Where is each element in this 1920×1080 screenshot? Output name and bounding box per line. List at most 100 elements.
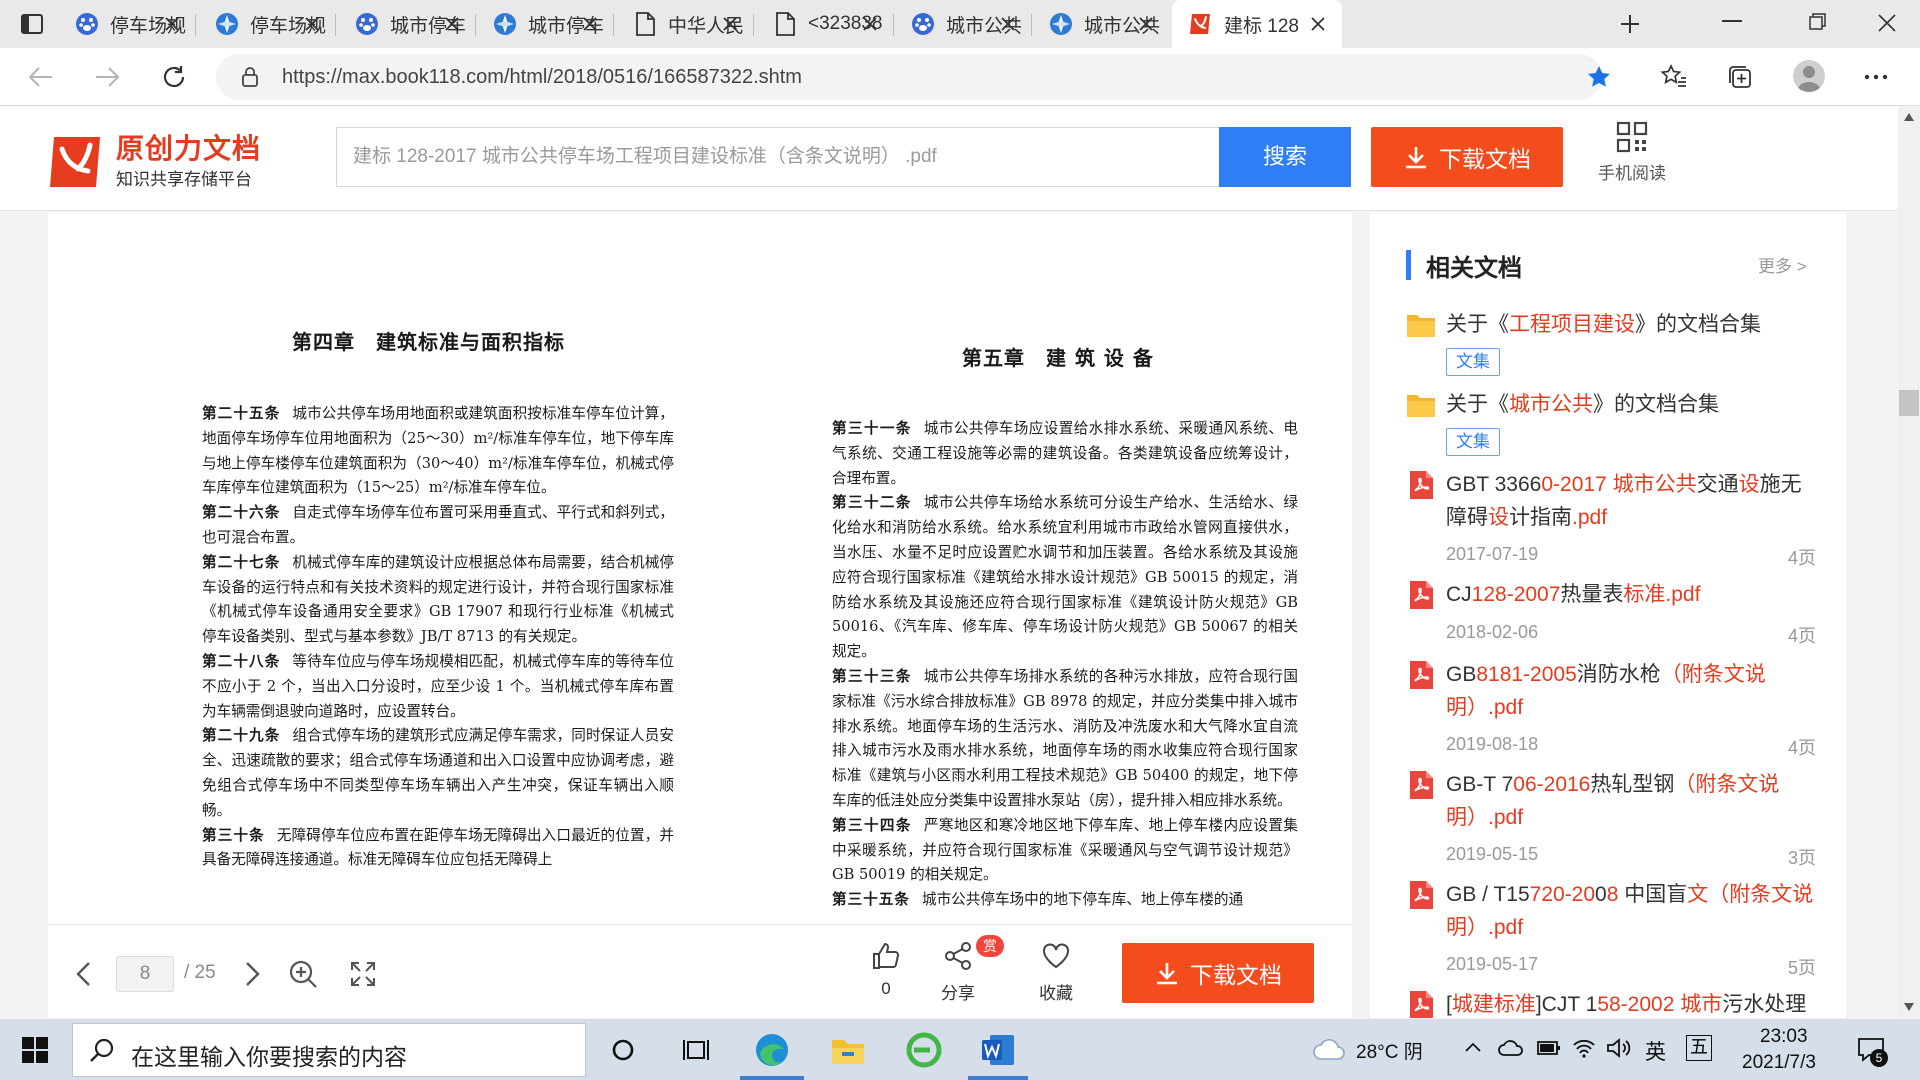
url-text[interactable]: https://max.book118.com/html/2018/0516/1… <box>282 66 802 89</box>
collections-icon[interactable] <box>1726 63 1754 91</box>
browser-tab[interactable]: 城市公共 <box>894 0 1032 48</box>
back-icon[interactable] <box>28 65 54 89</box>
windows-taskbar: 在这里输入你要搜索的内容 28°C 阴 英 五 23:03 2021/7/3 5 <box>0 1019 1920 1080</box>
zoom-in-icon[interactable] <box>288 959 318 989</box>
document-page-count: 4页 <box>1787 738 1816 758</box>
profile-avatar[interactable] <box>1793 60 1825 92</box>
battery-icon[interactable] <box>1536 1039 1562 1057</box>
taskbar-search-box[interactable]: 在这里输入你要搜索的内容 <box>72 1023 586 1077</box>
file-explorer-icon[interactable] <box>830 1034 866 1066</box>
lock-icon[interactable] <box>240 66 260 88</box>
fullscreen-icon[interactable] <box>350 961 376 987</box>
related-document-title[interactable]: 关于《城市公共》的文档合集 <box>1446 388 1816 421</box>
close-tab-icon[interactable] <box>302 14 322 34</box>
share-icon <box>945 942 971 970</box>
page-number-input[interactable]: 8 <box>116 956 174 992</box>
compass-icon <box>492 11 518 37</box>
windows-start-icon[interactable] <box>22 1037 48 1063</box>
pdf-icon <box>1406 580 1436 610</box>
restore-icon[interactable] <box>1808 12 1828 32</box>
close-tab-icon[interactable] <box>162 14 182 34</box>
site-logo-icon[interactable] <box>46 131 108 193</box>
navigation-bar: https://max.book118.com/html/2018/0516/1… <box>0 48 1920 106</box>
favorites-list-icon[interactable] <box>1660 63 1688 91</box>
ime-language[interactable]: 英 <box>1645 1036 1666 1066</box>
search-button[interactable]: 搜索 <box>1219 127 1351 187</box>
browser-tab[interactable]: 城市公共 <box>1032 0 1170 48</box>
more-menu-icon[interactable] <box>1864 74 1888 80</box>
browser-tab[interactable]: 停车场规 <box>198 0 336 48</box>
weather-text[interactable]: 28°C 阴 <box>1356 1037 1423 1064</box>
collection-tag[interactable]: 文集 <box>1446 348 1500 376</box>
wifi-icon[interactable] <box>1572 1037 1596 1059</box>
document-viewer[interactable]: 第四章 建筑标准与面积指标 第二十五条 城市公共停车场用地面积或建筑面积按标准车停… <box>48 212 1352 1018</box>
browser-tab[interactable]: 停车场规 <box>58 0 196 48</box>
related-document-title[interactable]: CJ128-2007热量表标准.pdf <box>1446 578 1816 611</box>
close-window-icon[interactable] <box>1876 12 1898 34</box>
word-app-icon[interactable] <box>980 1033 1016 1067</box>
article-clause: 第三十五条 城市公共停车场中的地下停车库、地上停车楼的通 <box>832 888 1298 913</box>
browser-tab[interactable]: 建标 128 <box>1172 0 1342 48</box>
more-link[interactable]: 更多 > <box>1758 252 1807 277</box>
document-page-count: 4页 <box>1787 626 1816 646</box>
logo-title[interactable]: 原创力文档 <box>116 127 261 167</box>
browser-green-icon[interactable] <box>906 1032 942 1068</box>
mobile-read-button[interactable]: 手机阅读 <box>1590 121 1674 184</box>
heart-icon <box>1043 943 1069 969</box>
collection-tag[interactable]: 文集 <box>1446 428 1500 456</box>
download-icon <box>1157 963 1177 985</box>
volume-icon[interactable] <box>1606 1037 1632 1059</box>
close-tab-icon[interactable] <box>580 14 600 34</box>
related-document-title[interactable]: GBT 33660-2017 城市公共交通设施无障碍设计指南.pdf <box>1446 468 1816 534</box>
show-hidden-icons-icon[interactable] <box>1464 1041 1482 1053</box>
close-tab-icon[interactable] <box>1308 14 1328 34</box>
close-tab-icon[interactable] <box>442 14 462 34</box>
close-tab-icon[interactable] <box>720 14 740 34</box>
clock-date[interactable]: 2021/7/3 <box>1742 1052 1816 1074</box>
browser-tab[interactable]: 城市停车 <box>338 0 476 48</box>
previous-page-icon[interactable] <box>74 961 92 987</box>
edge-app-icon[interactable] <box>754 1032 790 1068</box>
favorite-star-icon[interactable] <box>1586 64 1612 90</box>
notification-center-icon[interactable]: 5 <box>1856 1035 1888 1067</box>
clock-time[interactable]: 23:03 <box>1760 1026 1808 1048</box>
search-input[interactable]: 建标 128-2017 城市公共停车场工程项目建设标准（含条文说明） .pdf <box>336 127 1220 187</box>
related-document-title[interactable]: GB / T15720-2008 中国盲文（附条文说明）.pdf <box>1446 878 1816 944</box>
logo-subtitle: 知识共享存储平台 <box>116 170 252 189</box>
reward-badge[interactable]: 赏 <box>976 935 1004 957</box>
scroll-down-icon[interactable] <box>1904 1003 1914 1011</box>
page-scrollbar-thumb[interactable] <box>1899 390 1919 416</box>
like-button[interactable]: 0 <box>856 941 916 1011</box>
related-document-title[interactable]: GB8181-2005消防水枪（附条文说明）.pdf <box>1446 658 1816 724</box>
address-bar[interactable]: https://max.book118.com/html/2018/0516/1… <box>216 54 1610 100</box>
clause-number: 第二十五条 <box>202 405 281 422</box>
close-tab-icon[interactable] <box>860 14 880 34</box>
close-tab-icon[interactable] <box>998 14 1018 34</box>
browser-tab[interactable]: <323838 <box>756 0 894 48</box>
related-document-title[interactable]: GB-T 706-2016热轧型钢（附条文说明）.pdf <box>1446 768 1816 834</box>
browser-tab[interactable]: 城市停车 <box>476 0 614 48</box>
new-tab-icon[interactable] <box>1618 12 1642 36</box>
weather-cloud-icon[interactable] <box>1312 1037 1346 1061</box>
refresh-icon[interactable] <box>160 63 188 91</box>
document-date: 2017-07-19 <box>1446 544 1539 564</box>
scroll-up-icon[interactable] <box>1904 113 1914 121</box>
close-tab-icon[interactable] <box>1136 14 1156 34</box>
ime-mode-indicator[interactable]: 五 <box>1686 1035 1712 1061</box>
download-button-top[interactable]: 下载文档 <box>1371 127 1563 187</box>
browser-tab[interactable]: 中华人民 <box>616 0 754 48</box>
download-button-bottom[interactable]: 下载文档 <box>1122 943 1314 1003</box>
related-document-title[interactable]: [城建标准]CJT 158-2002 城市污水处理 <box>1446 988 1816 1018</box>
page-scrollbar[interactable] <box>1898 107 1920 1019</box>
share-label: 分享 <box>941 984 975 1003</box>
next-page-icon[interactable] <box>244 961 262 987</box>
favorite-button[interactable]: 收藏 <box>1016 941 1096 1011</box>
minimize-icon[interactable] <box>1722 20 1742 22</box>
onedrive-icon[interactable] <box>1498 1039 1524 1057</box>
forward-icon[interactable] <box>94 65 120 89</box>
task-view-icon[interactable] <box>682 1037 710 1063</box>
cortana-icon[interactable] <box>611 1038 635 1062</box>
qr-code-icon <box>1616 121 1648 153</box>
related-document-title[interactable]: 关于《工程项目建设》的文档合集 <box>1446 308 1816 341</box>
tab-actions-icon[interactable] <box>20 12 44 36</box>
